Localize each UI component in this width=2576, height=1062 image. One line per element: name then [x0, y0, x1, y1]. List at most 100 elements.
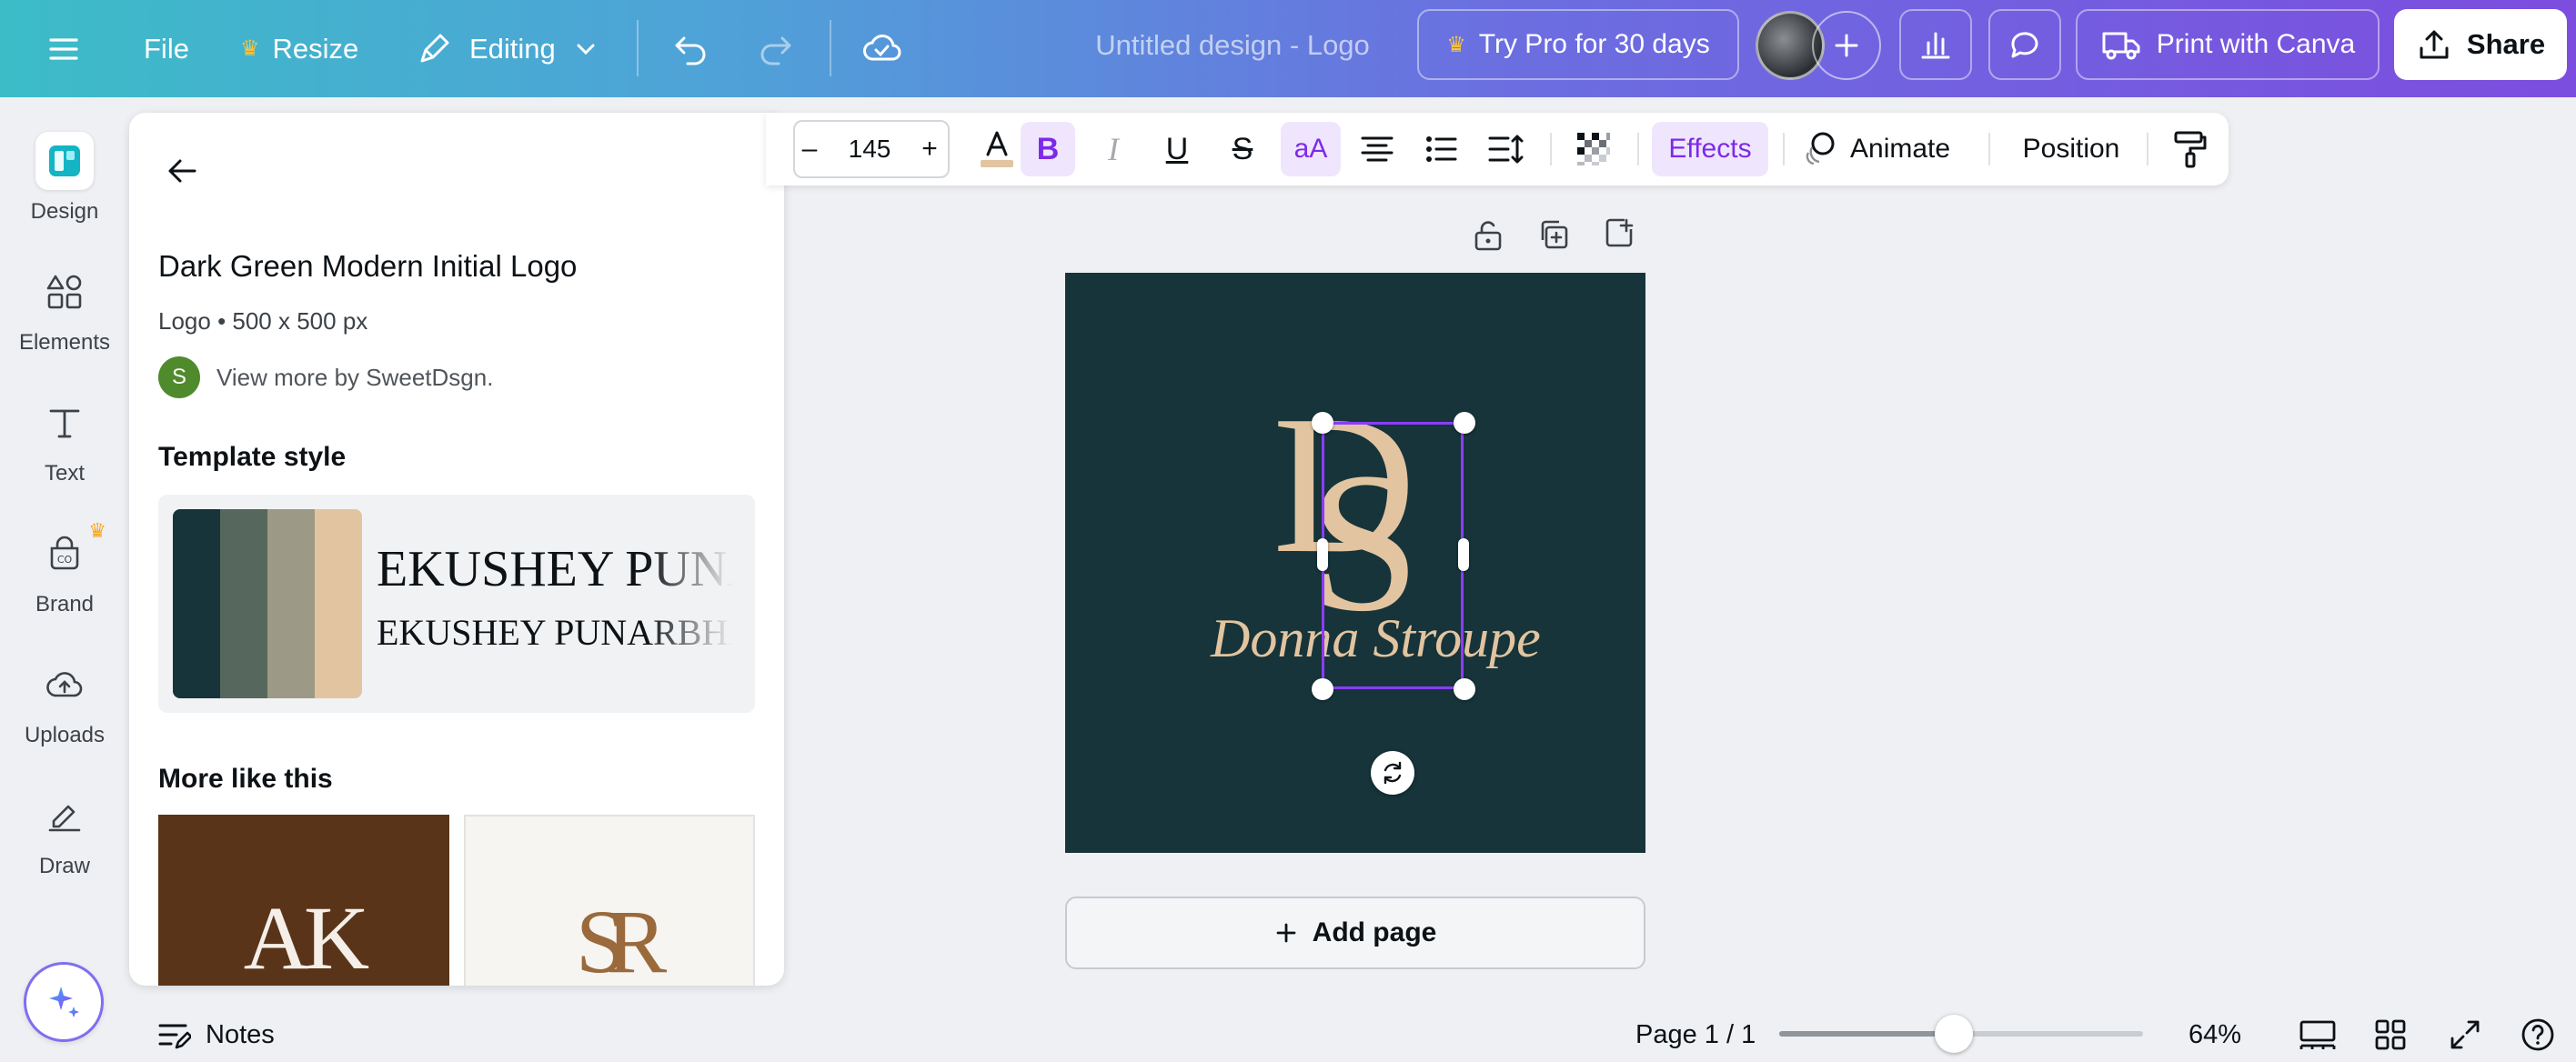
underline-icon: U [1165, 131, 1189, 166]
copy-style-button[interactable] [2163, 122, 2218, 176]
font-size-increase[interactable]: + [904, 122, 955, 176]
bold-icon: B [1036, 131, 1060, 166]
cloud-check-icon [863, 34, 901, 60]
cloud-upload-icon [46, 672, 83, 697]
resize-button[interactable]: ♛ Resize [240, 0, 358, 97]
truck-icon [2102, 32, 2140, 60]
try-pro-button[interactable]: ♛ Try Pro for 30 days [1417, 9, 1739, 80]
author-avatar: S [158, 356, 200, 398]
hamburger-icon [49, 37, 78, 60]
add-page-icon-button[interactable] [1599, 213, 1639, 253]
text-icon [49, 409, 80, 438]
help-icon [2521, 1018, 2554, 1051]
plus-icon [1835, 34, 1858, 57]
add-page-button[interactable]: Add page [1065, 897, 1645, 969]
add-page-icon [1605, 218, 1634, 247]
arrow-left-icon [168, 159, 196, 183]
letter-case-button[interactable]: aA [1281, 122, 1341, 176]
template-style-card[interactable]: EKUSHEY PUNARBHAB EKUSHEY PUNARBHAB [158, 495, 755, 713]
animate-icon [1806, 132, 1835, 165]
design-canvas[interactable]: D S Donna Stroupe [1065, 273, 1645, 853]
duplicate-page-button[interactable] [1534, 215, 1574, 255]
save-status-button[interactable] [860, 0, 902, 97]
menu-button[interactable] [45, 0, 82, 97]
print-with-canva-button[interactable]: Print with Canva [2076, 9, 2380, 80]
rail-item-design[interactable]: Design [0, 119, 129, 237]
transparency-button[interactable] [1566, 122, 1621, 176]
upload-icon [2420, 30, 2449, 59]
zoom-slider-fill [1779, 1031, 1954, 1037]
position-button[interactable]: Position [2012, 122, 2130, 176]
notes-button[interactable]: Notes [155, 1006, 275, 1062]
underline-button[interactable]: U [1150, 122, 1204, 176]
line-spacing-icon [1488, 135, 1524, 164]
align-center-icon [1361, 136, 1394, 162]
fullscreen-button[interactable] [2447, 1006, 2483, 1062]
resize-handle[interactable] [1312, 678, 1333, 700]
comment-icon [2011, 32, 2038, 58]
rail-item-uploads[interactable]: Uploads [0, 643, 129, 761]
template-style-heading: Template style [158, 442, 347, 472]
zoom-slider-thumb[interactable] [1935, 1015, 1973, 1053]
redo-button[interactable] [755, 0, 795, 97]
palette-swatch [220, 509, 267, 698]
grid-view-button[interactable] [2372, 1006, 2409, 1062]
bold-button[interactable]: B [1021, 122, 1075, 176]
rail-item-brand[interactable]: CO ♛ Brand [0, 512, 129, 630]
rail-item-draw[interactable]: Draw [0, 774, 129, 892]
strikethrough-button[interactable]: S [1215, 122, 1270, 176]
template-details-panel: Dark Green Modern Initial Logo Logo • 50… [129, 113, 784, 986]
lock-button[interactable] [1468, 215, 1508, 255]
side-handle[interactable] [1317, 538, 1328, 571]
crown-icon: ♛ [1446, 32, 1466, 57]
template-thumbnail[interactable]: SR [464, 815, 755, 986]
bullet-list-icon [1426, 136, 1457, 162]
add-collaborator-button[interactable] [1812, 11, 1881, 80]
italic-icon: I [1108, 131, 1119, 167]
chevron-down-icon [577, 44, 595, 55]
pages-view-button[interactable] [2298, 1006, 2338, 1062]
resize-handle[interactable] [1312, 412, 1333, 434]
grid-icon [2375, 1019, 2406, 1050]
italic-button[interactable]: I [1086, 122, 1141, 176]
align-button[interactable] [1350, 122, 1404, 176]
unlock-icon [1474, 221, 1502, 251]
text-color-button[interactable] [968, 122, 1026, 176]
undo-button[interactable] [671, 0, 711, 97]
animate-button[interactable]: Animate [1799, 122, 1963, 176]
draw-icon [48, 805, 81, 832]
template-thumbnail[interactable]: AK [158, 815, 449, 986]
design-title[interactable]: Untitled design - Logo [1019, 0, 1446, 91]
list-button[interactable] [1414, 122, 1468, 176]
file-menu[interactable]: File [144, 0, 189, 97]
zoom-slider-track[interactable] [1779, 1015, 2143, 1053]
rotate-handle[interactable] [1371, 751, 1414, 795]
rail-item-text[interactable]: Text [0, 381, 129, 499]
insights-button[interactable] [1899, 9, 1972, 80]
author-link[interactable]: S View more by SweetDsgn. [158, 356, 493, 398]
resize-handle[interactable] [1454, 678, 1475, 700]
zoom-level[interactable]: 64% [2189, 1006, 2241, 1062]
font-size-input[interactable]: 145 [824, 122, 915, 176]
brand-icon: CO [50, 536, 79, 570]
resize-handle[interactable] [1454, 412, 1475, 434]
page-indicator[interactable]: Page 1 / 1 [1635, 1006, 1756, 1062]
rail-item-elements[interactable]: Elements [0, 250, 129, 368]
side-handle[interactable] [1458, 538, 1469, 571]
selection-box [1322, 422, 1464, 689]
back-button[interactable] [156, 145, 207, 196]
design-icon [49, 145, 80, 176]
spacing-button[interactable] [1479, 122, 1534, 176]
template-title: Dark Green Modern Initial Logo [158, 249, 578, 283]
plus-icon [1276, 923, 1296, 943]
crown-icon: ♛ [88, 519, 106, 542]
help-button[interactable] [2520, 1006, 2556, 1062]
magic-assistant-button[interactable] [24, 962, 104, 1042]
left-rail: Design Elements Text CO ♛ Brand Uploads … [0, 97, 129, 1062]
editing-mode-dropdown[interactable]: Editing [415, 0, 599, 97]
sparkle-icon [49, 987, 79, 1017]
comments-button[interactable] [1988, 9, 2061, 80]
share-button[interactable]: Share [2394, 9, 2567, 80]
effects-button[interactable]: Effects [1652, 122, 1768, 176]
transparency-icon [1577, 133, 1610, 165]
